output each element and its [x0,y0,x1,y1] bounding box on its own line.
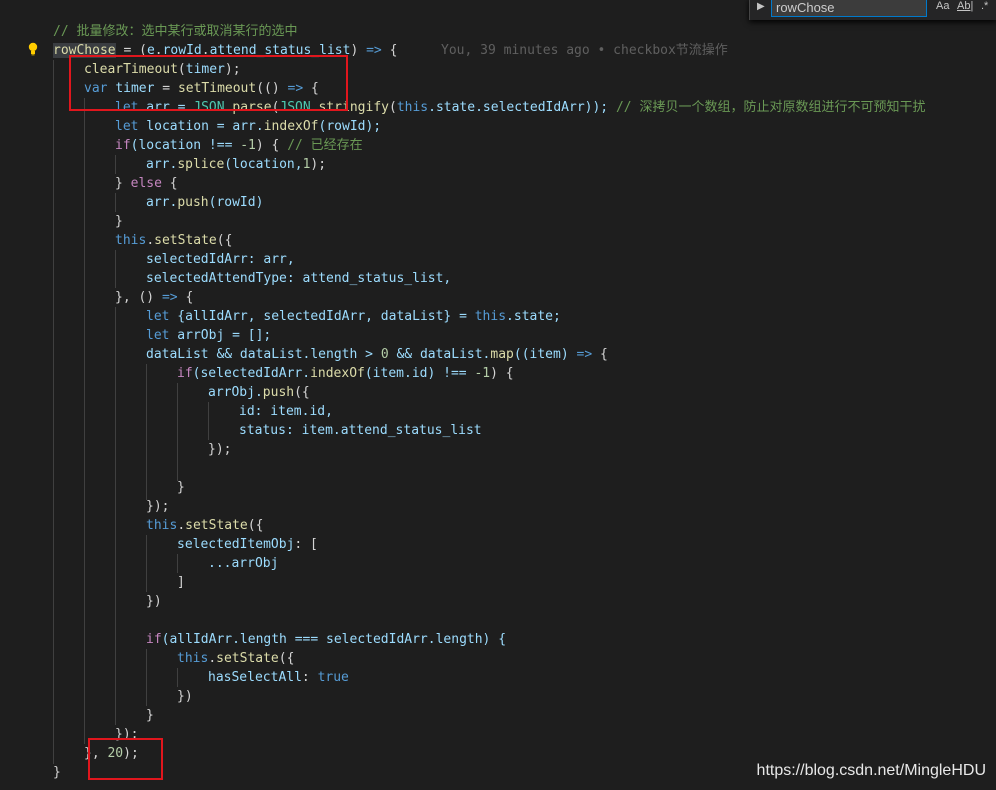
highlight-box-delay [88,738,163,780]
indent-guide [146,364,147,500]
code-line: arrObj.push({ [208,385,310,400]
indent-guide [146,649,147,706]
code-line: }, () => { [115,290,194,305]
code-line: let arrObj = []; [146,328,272,343]
code-line: this.setState({ [177,651,295,666]
code-line: status: item.attend_status_list [239,423,482,438]
code-line: selectedAttendType: attend_status_list, [146,271,452,286]
code-line: let {allIdArr, selectedIdArr, dataList} … [146,309,561,324]
indent-guide [115,193,116,212]
match-case-button[interactable]: Aa [936,0,949,12]
indent-guide [115,155,116,174]
code-line: selectedIdArr: arr, [146,252,295,267]
lightbulb-icon[interactable] [27,42,39,56]
code-line: let location = arr.indexOf(rowId); [115,119,382,134]
code-line: if(allIdArr.length === selectedIdArr.len… [146,632,507,647]
code-line: arr.push(rowId) [146,195,264,210]
indent-guide [208,402,209,440]
code-line: }); [208,442,232,457]
code-line: arr.splice(location,1); [146,157,327,172]
code-line: this.setState({ [115,233,233,248]
code-line: if(location !== -1) { // 已经存在 [115,138,363,153]
code-editor[interactable]: // 批量修改：选中某行或取消某行的选中 rowChose = (e.rowId… [0,0,996,790]
match-whole-word-button[interactable]: Ab| [957,0,973,12]
indent-guide [177,383,178,481]
code-line: ...arrObj [208,556,279,571]
code-line: id: item.id, [239,404,333,419]
code-line: } [177,480,185,495]
code-line: }); [146,499,170,514]
code-line: this.setState({ [146,518,264,533]
code-line: dataList && dataList.length > 0 && dataL… [146,347,608,362]
code-line: }) [146,594,162,609]
indent-guide [177,668,178,687]
code-line: ] [177,575,185,590]
indent-guide [177,554,178,573]
code-line: selectedItemObj: [ [177,537,318,552]
highlight-box-timer [69,55,348,111]
regex-button[interactable]: .* [981,0,988,12]
git-blame-annotation: You, 39 minutes ago • checkbox节流操作 [441,43,728,58]
indent-guide [115,307,116,725]
code-line: } else { [115,176,178,191]
code-line: }) [177,689,193,704]
code-line: if(selectedIdArr.indexOf(item.id) !== -1… [177,366,514,381]
toggle-replace-chevron-icon[interactable]: ▶ [757,1,765,12]
code-line: } [53,765,61,780]
editor-gutter [0,0,22,790]
code-line: hasSelectAll: true [208,670,349,685]
find-input[interactable]: rowChose [771,0,927,17]
watermark-text: https://blog.csdn.net/MingleHDU [756,762,986,779]
indent-guide [84,98,85,744]
indent-guide [115,250,116,288]
code-line: // 批量修改：选中某行或取消某行的选中 [53,24,298,39]
code-line: } [115,214,123,229]
indent-guide [53,60,54,764]
indent-guide [146,535,147,592]
code-line: } [146,708,154,723]
find-widget: ▶ rowChose Aa Ab| .* [749,0,996,20]
